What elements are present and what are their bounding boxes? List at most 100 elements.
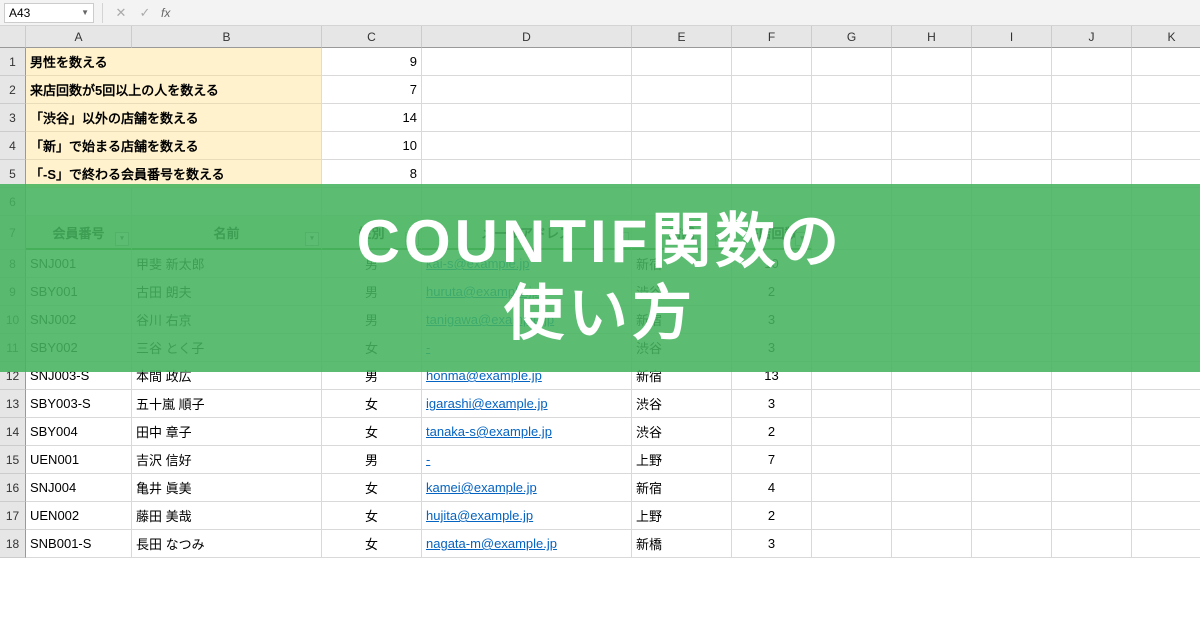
cell[interactable]: [1132, 390, 1200, 418]
cell[interactable]: 3: [732, 530, 812, 558]
summary-label[interactable]: 「渋谷」以外の店舗を数える: [26, 104, 322, 132]
cell[interactable]: [972, 474, 1052, 502]
cell[interactable]: kamei@example.jp: [422, 474, 632, 502]
email-link[interactable]: igarashi@example.jp: [426, 396, 548, 411]
cell[interactable]: 2: [732, 502, 812, 530]
cell[interactable]: [1132, 132, 1200, 160]
cell[interactable]: UEN001: [26, 446, 132, 474]
cell[interactable]: [812, 390, 892, 418]
cell[interactable]: tanaka-s@example.jp: [422, 418, 632, 446]
cell[interactable]: [632, 104, 732, 132]
cell[interactable]: [892, 48, 972, 76]
cell[interactable]: [972, 530, 1052, 558]
cell[interactable]: [812, 104, 892, 132]
cell[interactable]: 五十嵐 順子: [132, 390, 322, 418]
name-box[interactable]: A43 ▼: [4, 3, 94, 23]
cell[interactable]: 田中 章子: [132, 418, 322, 446]
col-header-H[interactable]: H: [892, 26, 972, 48]
cell[interactable]: SNJ004: [26, 474, 132, 502]
row-header[interactable]: 18: [0, 530, 26, 558]
cell[interactable]: [972, 502, 1052, 530]
cell[interactable]: [732, 104, 812, 132]
cell[interactable]: 渋谷: [632, 390, 732, 418]
email-link[interactable]: -: [426, 452, 430, 467]
cell[interactable]: 新宿: [632, 474, 732, 502]
summary-value[interactable]: 9: [322, 48, 422, 76]
summary-label[interactable]: 来店回数が5回以上の人を数える: [26, 76, 322, 104]
cell[interactable]: 新橋: [632, 530, 732, 558]
cell[interactable]: [1132, 530, 1200, 558]
cell[interactable]: [972, 48, 1052, 76]
cell[interactable]: hujita@example.jp: [422, 502, 632, 530]
cell[interactable]: igarashi@example.jp: [422, 390, 632, 418]
cell[interactable]: [732, 132, 812, 160]
cell[interactable]: [972, 390, 1052, 418]
cell[interactable]: [1132, 104, 1200, 132]
cell[interactable]: SNB001-S: [26, 530, 132, 558]
cell[interactable]: [1132, 446, 1200, 474]
cell[interactable]: [812, 418, 892, 446]
summary-label[interactable]: 「新」で始まる店舗を数える: [26, 132, 322, 160]
cell[interactable]: [972, 132, 1052, 160]
cell[interactable]: 上野: [632, 502, 732, 530]
summary-value[interactable]: 7: [322, 76, 422, 104]
cell[interactable]: 3: [732, 390, 812, 418]
cell[interactable]: [892, 474, 972, 502]
summary-value[interactable]: 14: [322, 104, 422, 132]
cell[interactable]: [1132, 76, 1200, 104]
col-header-K[interactable]: K: [1132, 26, 1200, 48]
cell[interactable]: UEN002: [26, 502, 132, 530]
email-link[interactable]: nagata-m@example.jp: [426, 536, 557, 551]
summary-label[interactable]: 男性を数える: [26, 48, 322, 76]
cell[interactable]: [892, 132, 972, 160]
row-header[interactable]: 16: [0, 474, 26, 502]
row-header[interactable]: 1: [0, 48, 26, 76]
cell[interactable]: [732, 76, 812, 104]
cell[interactable]: 長田 なつみ: [132, 530, 322, 558]
cell[interactable]: [1052, 48, 1132, 76]
cell[interactable]: [1052, 474, 1132, 502]
row-header[interactable]: 14: [0, 418, 26, 446]
cell[interactable]: 女: [322, 390, 422, 418]
cell[interactable]: nagata-m@example.jp: [422, 530, 632, 558]
cell[interactable]: [972, 418, 1052, 446]
row-header[interactable]: 2: [0, 76, 26, 104]
cell[interactable]: [422, 132, 632, 160]
email-link[interactable]: tanaka-s@example.jp: [426, 424, 552, 439]
cell[interactable]: 男: [322, 446, 422, 474]
col-header-D[interactable]: D: [422, 26, 632, 48]
cell[interactable]: 4: [732, 474, 812, 502]
cell[interactable]: [732, 48, 812, 76]
email-link[interactable]: kamei@example.jp: [426, 480, 537, 495]
cell[interactable]: [1052, 132, 1132, 160]
col-header-I[interactable]: I: [972, 26, 1052, 48]
cell[interactable]: [812, 76, 892, 104]
row-header[interactable]: 3: [0, 104, 26, 132]
cell[interactable]: [1132, 474, 1200, 502]
cell[interactable]: [812, 502, 892, 530]
cell[interactable]: [1052, 418, 1132, 446]
cell[interactable]: [422, 104, 632, 132]
cell[interactable]: [972, 446, 1052, 474]
cell[interactable]: 藤田 美哉: [132, 502, 322, 530]
cell[interactable]: [632, 48, 732, 76]
row-header[interactable]: 4: [0, 132, 26, 160]
cell[interactable]: [1132, 502, 1200, 530]
row-header[interactable]: 15: [0, 446, 26, 474]
cell[interactable]: [812, 132, 892, 160]
email-link[interactable]: hujita@example.jp: [426, 508, 533, 523]
col-header-A[interactable]: A: [26, 26, 132, 48]
enter-icon[interactable]: ✓: [135, 3, 155, 23]
cell[interactable]: [1052, 390, 1132, 418]
cell[interactable]: 女: [322, 530, 422, 558]
fx-label[interactable]: fx: [161, 6, 170, 20]
cell[interactable]: [972, 104, 1052, 132]
col-header-G[interactable]: G: [812, 26, 892, 48]
cell[interactable]: 女: [322, 418, 422, 446]
cancel-icon[interactable]: ✕: [111, 3, 131, 23]
cell[interactable]: [1052, 446, 1132, 474]
cell[interactable]: [1052, 76, 1132, 104]
cell[interactable]: [1132, 418, 1200, 446]
cell[interactable]: 7: [732, 446, 812, 474]
cell[interactable]: [632, 132, 732, 160]
